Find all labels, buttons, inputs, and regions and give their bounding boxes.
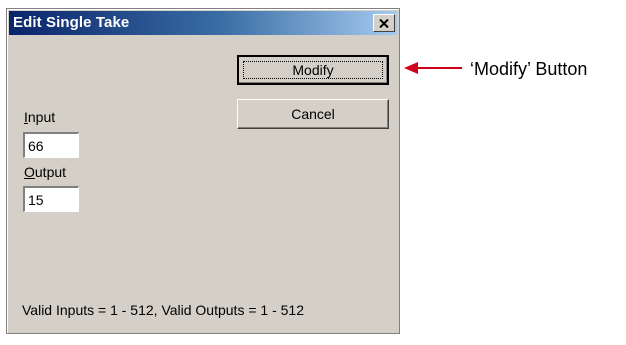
cancel-button[interactable]: Cancel (237, 99, 389, 129)
edit-single-take-dialog: Edit Single Take Modify Cancel Input Out… (6, 8, 400, 334)
arrow-left-icon (404, 62, 462, 74)
cancel-button-label: Cancel (291, 106, 335, 122)
output-label-rest: utput (34, 164, 67, 180)
valid-range-text: Valid Inputs = 1 - 512, Valid Outputs = … (22, 302, 304, 318)
close-button[interactable] (373, 14, 395, 32)
modify-button[interactable]: Modify (237, 55, 389, 85)
output-field[interactable] (23, 186, 79, 212)
close-icon (379, 18, 389, 28)
output-label: Output (24, 164, 66, 180)
input-label: Input (24, 109, 55, 125)
title-bar[interactable]: Edit Single Take (9, 11, 397, 35)
input-label-rest: nput (27, 109, 56, 125)
input-field[interactable] (23, 132, 79, 158)
output-label-mnemonic: O (24, 164, 35, 180)
modify-button-label: Modify (292, 62, 334, 78)
dialog-title: Edit Single Take (13, 14, 130, 31)
callout-label: ‘Modify’ Button (470, 59, 588, 79)
